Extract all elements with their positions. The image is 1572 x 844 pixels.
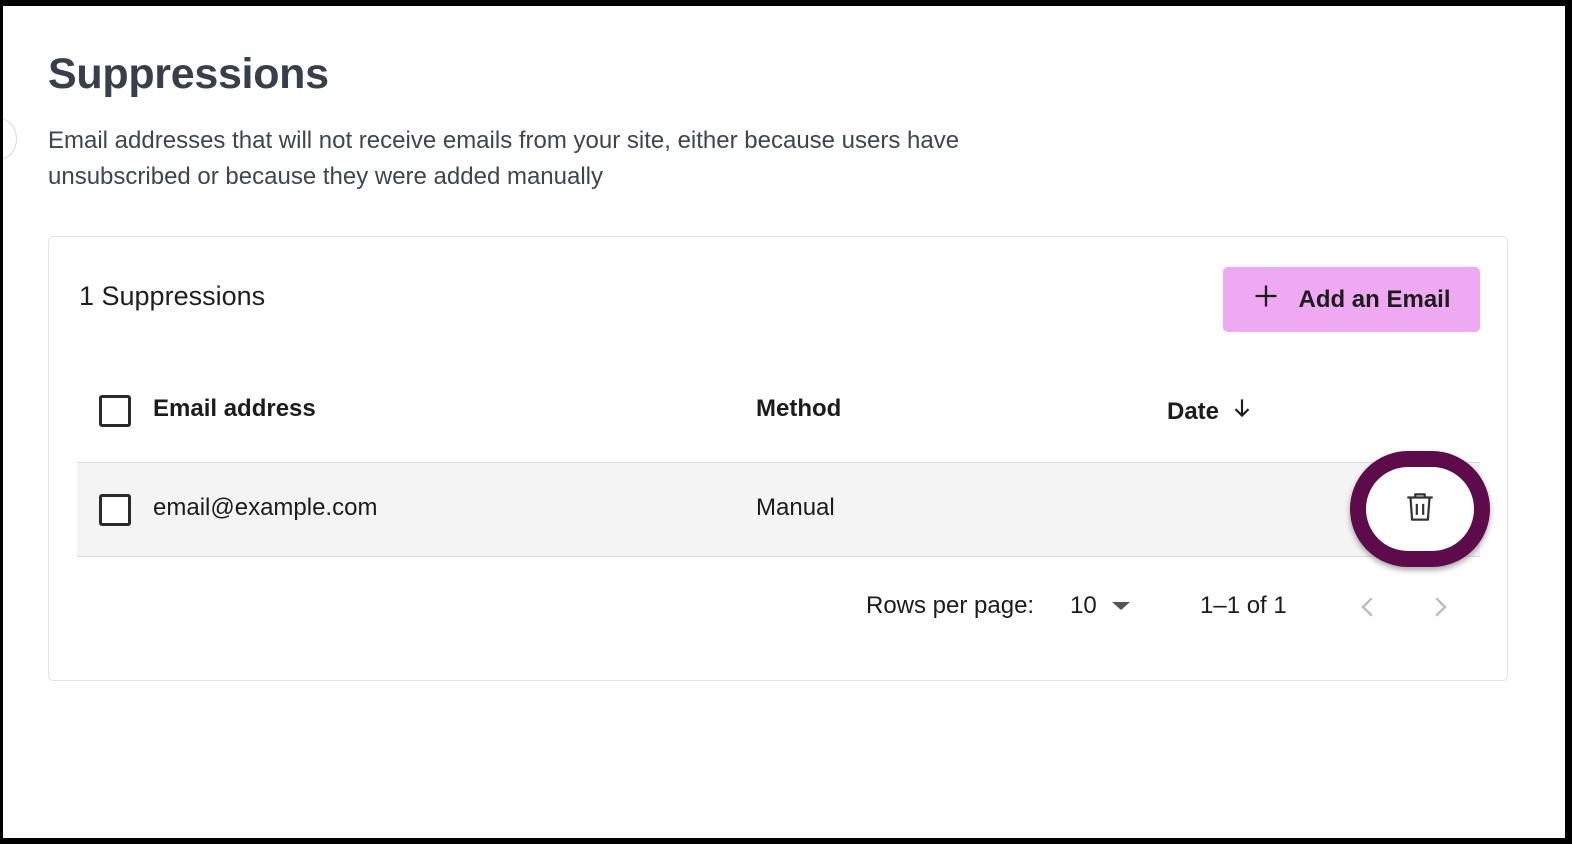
rows-per-page-value: 10: [1070, 592, 1097, 619]
arrow-down-icon: [1229, 395, 1255, 428]
column-header-date-label: Date: [1167, 397, 1220, 425]
column-header-email[interactable]: Email address: [153, 395, 316, 423]
add-email-button[interactable]: Add an Email: [1223, 267, 1480, 332]
suppressions-count: 1 Suppressions: [79, 281, 266, 311]
sidebar-toggle-handle[interactable]: [3, 118, 17, 160]
pagination-range: 1–1 of 1: [1200, 592, 1287, 619]
select-all-checkbox[interactable]: [99, 395, 131, 427]
row-method: Manual: [756, 494, 835, 521]
dropdown-caret-icon: [1112, 602, 1130, 610]
row-email: email@example.com: [153, 494, 378, 521]
add-email-label: Add an Email: [1298, 285, 1451, 313]
column-header-date[interactable]: Date: [1167, 395, 1255, 428]
chevron-left-icon: [1353, 597, 1383, 626]
column-header-method[interactable]: Method: [756, 395, 841, 423]
page-title: Suppressions: [48, 50, 329, 98]
plus-icon: [1252, 282, 1280, 317]
previous-page-button[interactable]: [1353, 592, 1383, 622]
rows-per-page-select[interactable]: 10: [1070, 589, 1134, 623]
delete-row-button[interactable]: [1350, 451, 1490, 567]
rows-per-page-label: Rows per page:: [866, 592, 1035, 619]
chevron-right-icon: [1425, 597, 1455, 626]
page-description: Email addresses that will not receive em…: [48, 127, 960, 190]
row-checkbox[interactable]: [99, 494, 131, 526]
trash-icon: [1401, 488, 1439, 531]
next-page-button[interactable]: [1425, 592, 1455, 622]
table-row: email@example.com Manual: [77, 451, 1490, 567]
suppressions-card: 1 Suppressions Add an Email Email addres…: [48, 236, 1508, 681]
app-window: Suppressions Email addresses that will n…: [3, 6, 1565, 838]
